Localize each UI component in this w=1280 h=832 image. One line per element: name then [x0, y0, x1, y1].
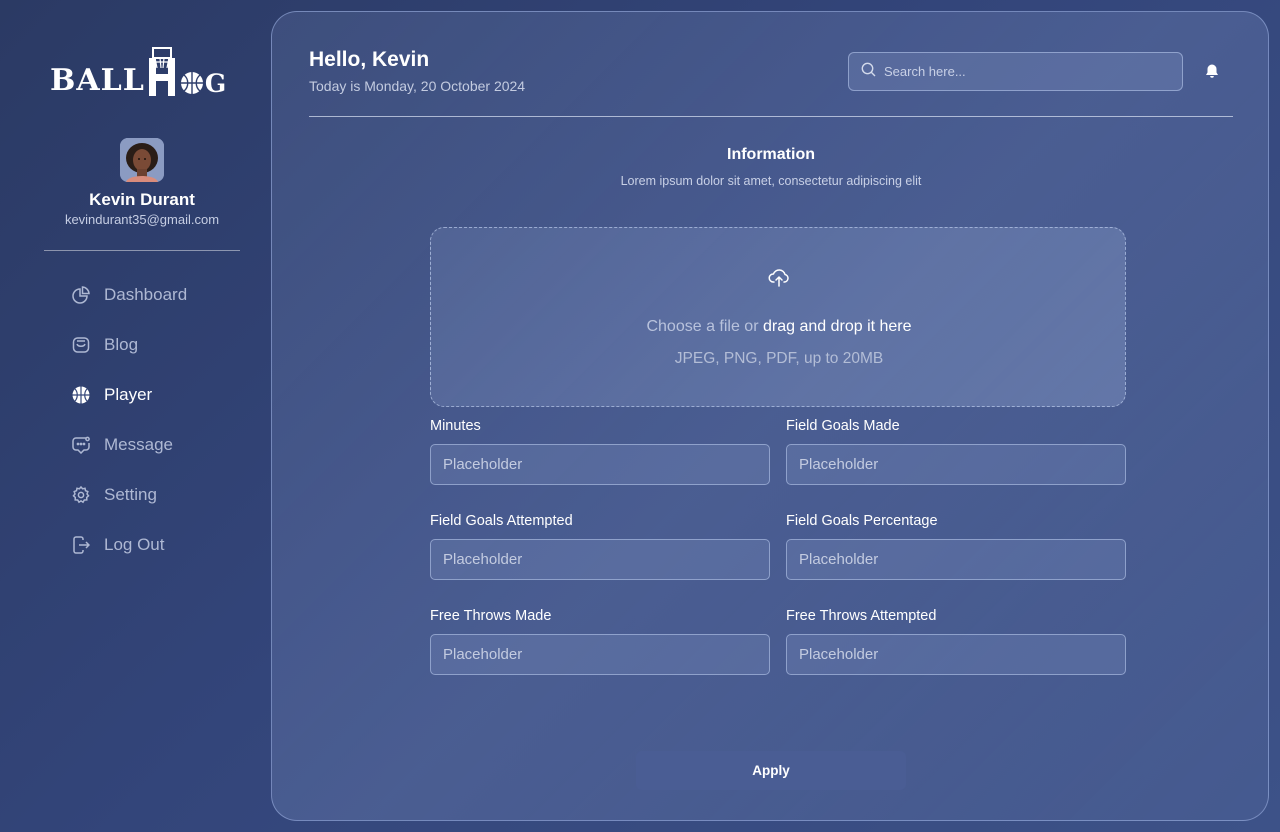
sidebar-item-dashboard[interactable]: Dashboard	[72, 282, 187, 308]
basketball-icon	[72, 386, 90, 404]
sidebar-nav: Dashboard Blog Player Message Setting Lo…	[72, 282, 187, 582]
ballhog-logo[interactable]: BALL G	[50, 40, 226, 98]
field-field-goals-made: Field Goals Made	[786, 418, 1126, 485]
dropzone-prefix: Choose a file or	[646, 318, 759, 335]
sidebar-item-label: Message	[104, 435, 173, 454]
greeting: Hello, Kevin	[309, 48, 430, 71]
bell-icon[interactable]	[1204, 63, 1220, 79]
sidebar-item-message[interactable]: Message	[72, 432, 187, 458]
logout-icon	[72, 536, 90, 554]
search-icon	[861, 62, 876, 82]
search-bar[interactable]	[848, 52, 1183, 91]
dropzone-action[interactable]: drag and drop it here	[763, 318, 912, 335]
date-line: Today is Monday, 20 October 2024	[309, 78, 526, 94]
field-minutes: Minutes	[430, 418, 770, 485]
dropzone-text: Choose a file or drag and drop it here	[431, 318, 1127, 336]
avatar[interactable]	[120, 138, 164, 182]
sidebar-item-player[interactable]: Player	[72, 382, 187, 408]
field-field-goals-percentage: Field Goals Percentage	[786, 513, 1126, 580]
basketball-logo-icon	[180, 71, 204, 95]
free-throws-made-input[interactable]	[430, 634, 770, 675]
minutes-input[interactable]	[430, 444, 770, 485]
field-free-throws-attempted: Free Throws Attempted	[786, 608, 1126, 675]
field-field-goals-attempted: Field Goals Attempted	[430, 513, 770, 580]
free-throws-attempted-input[interactable]	[786, 634, 1126, 675]
sidebar-item-label: Player	[104, 385, 153, 404]
sidebar-item-label: Setting	[104, 485, 157, 504]
sidebar-item-logout[interactable]: Log Out	[72, 532, 187, 558]
section-title: Information	[727, 146, 815, 163]
field-label: Field Goals Percentage	[786, 513, 938, 529]
message-icon	[72, 436, 90, 454]
dropzone-hint: JPEG, PNG, PDF, up to 20MB	[674, 350, 884, 367]
logo-text-right: G	[204, 69, 228, 98]
gear-icon	[72, 486, 90, 504]
field-label: Field Goals Made	[786, 418, 900, 434]
search-input[interactable]	[884, 64, 1164, 79]
field-goals-percentage-input[interactable]	[786, 539, 1126, 580]
blog-icon	[72, 336, 90, 354]
sidebar-item-label: Dashboard	[104, 285, 188, 304]
sidebar-divider	[44, 250, 240, 251]
cloud-upload-icon	[768, 266, 790, 288]
field-label: Free Throws Attempted	[786, 608, 937, 624]
profile-name: Kevin Durant	[89, 190, 195, 209]
profile-email: kevindurant35@gmail.com	[64, 212, 220, 227]
apply-button[interactable]: Apply	[636, 751, 906, 790]
field-free-throws-made: Free Throws Made	[430, 608, 770, 675]
sidebar-item-blog[interactable]: Blog	[72, 332, 187, 358]
file-dropzone[interactable]: Choose a file or drag and drop it here J…	[430, 227, 1126, 407]
main-panel: Hello, Kevin Today is Monday, 20 October…	[271, 11, 1269, 821]
field-label: Free Throws Made	[430, 608, 552, 624]
sidebar: BALL G Kevin Durant kevindurant35@gmail.…	[0, 0, 272, 832]
logo-text-left: BALL	[50, 63, 145, 98]
field-goals-attempted-input[interactable]	[430, 539, 770, 580]
field-goals-made-input[interactable]	[786, 444, 1126, 485]
basketball-hoop-icon	[147, 46, 177, 96]
field-label: Minutes	[430, 418, 481, 434]
section-subtitle: Lorem ipsum dolor sit amet, consectetur …	[620, 174, 922, 188]
sidebar-item-label: Blog	[104, 335, 139, 354]
field-label: Field Goals Attempted	[430, 513, 573, 529]
pie-chart-icon	[72, 286, 90, 304]
sidebar-item-setting[interactable]: Setting	[72, 482, 187, 508]
header-divider	[309, 116, 1233, 117]
sidebar-item-label: Log Out	[104, 535, 165, 554]
